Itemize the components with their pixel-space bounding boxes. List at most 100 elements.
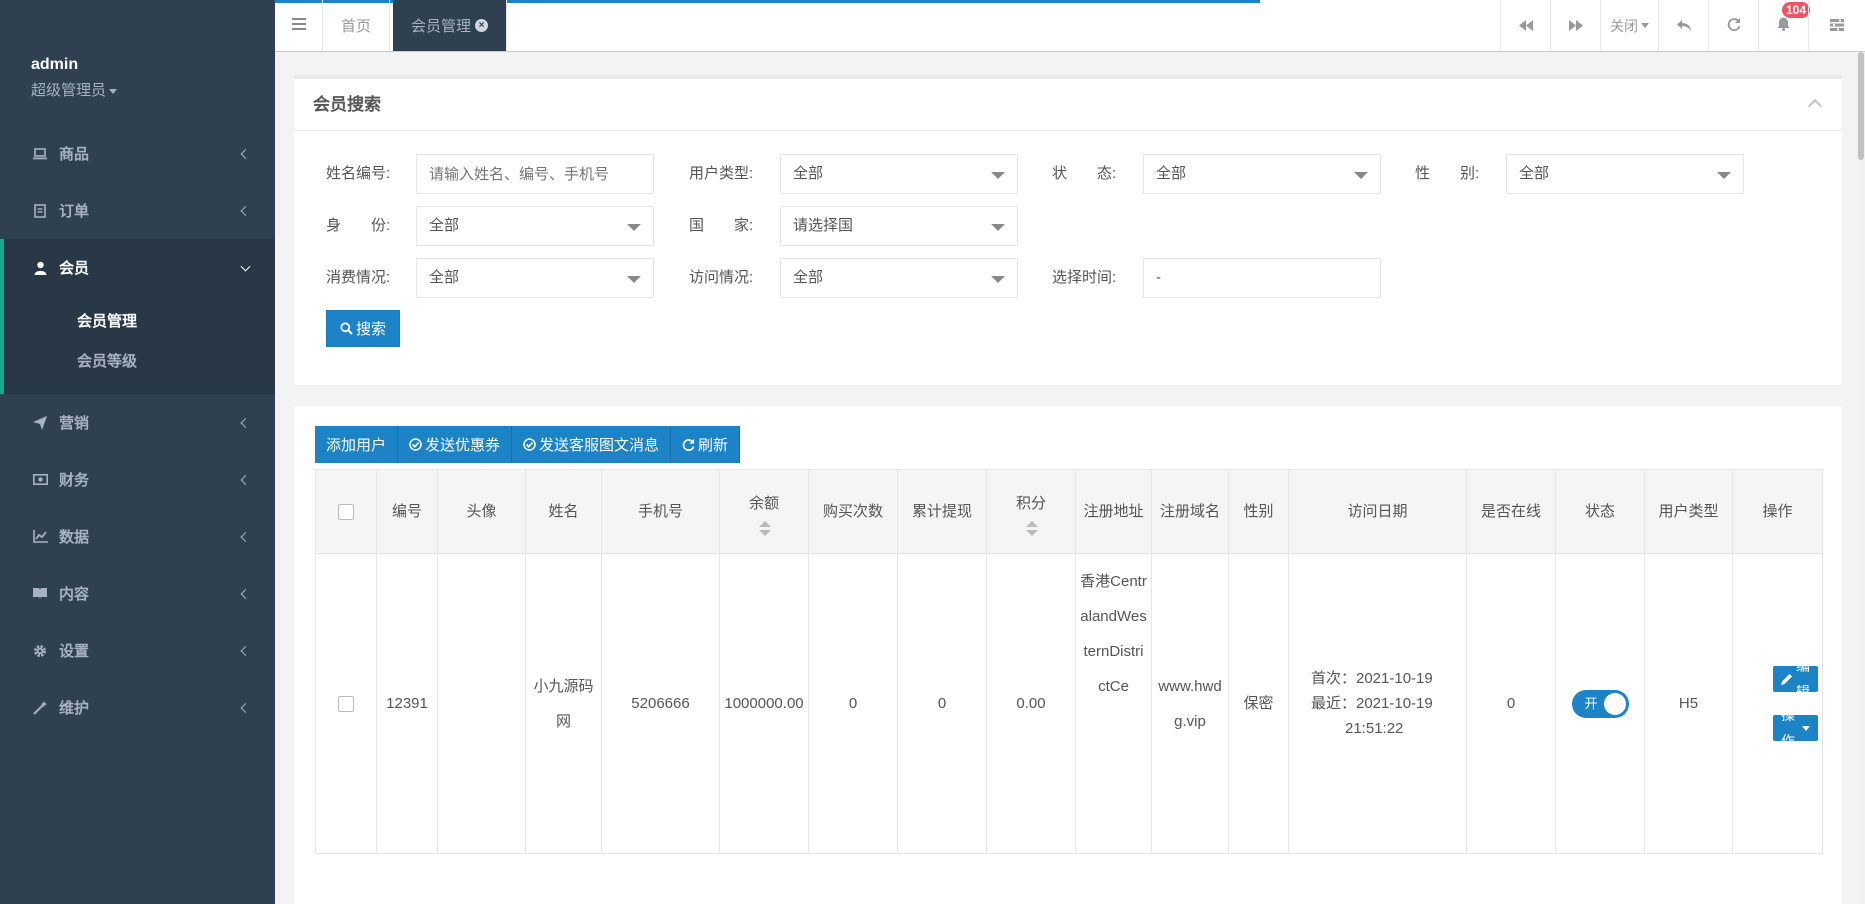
cell-avatar	[437, 553, 526, 854]
close-tabs-dropdown[interactable]: 关闭	[1600, 0, 1658, 51]
chevron-left-icon	[240, 588, 251, 599]
header-avatar: 头像	[437, 469, 526, 554]
chevron-left-icon	[240, 474, 251, 485]
tab-member-management[interactable]: 会员管理 ×	[393, 0, 508, 51]
sidebar-item-content[interactable]: 内容	[0, 565, 275, 622]
refresh-page-button[interactable]	[1708, 0, 1758, 51]
menu-toggle-button[interactable]	[275, 0, 323, 51]
tab-label: 首页	[341, 18, 372, 35]
content-area: 会员搜索 姓名编号: 用户类型: 全部 状 态: 全部 性 别: 全部 身 份:…	[275, 52, 1865, 904]
caret-down-icon	[991, 172, 1005, 179]
cell-reg-domain: www.hwdg.vip	[1151, 553, 1229, 854]
sidebar-subitem-member-level[interactable]: 会员等级	[4, 342, 275, 382]
select-all-checkbox[interactable]	[338, 504, 354, 521]
sidebar-item-label: 商品	[59, 146, 90, 163]
cell-reg-address: 香港CentralandWesternDistrictCe	[1075, 553, 1152, 854]
close-tabs-label: 关闭	[1610, 17, 1638, 34]
send-icon	[31, 415, 49, 430]
caret-down-icon	[991, 276, 1005, 283]
header-balance[interactable]: 余额	[719, 469, 809, 554]
caret-down-icon	[1641, 23, 1649, 28]
list-icon	[31, 203, 49, 218]
sidebar-item-marketing[interactable]: 营销	[0, 394, 275, 451]
header-label: 余额	[748, 495, 779, 512]
refresh-icon	[1727, 17, 1741, 34]
laptop-icon	[31, 147, 49, 160]
sort-icon	[1026, 521, 1038, 537]
visit-last: 最近：2021-10-19	[1311, 695, 1433, 712]
send-coupon-button[interactable]: 发送优惠券	[398, 426, 513, 463]
name-search-input[interactable]	[416, 154, 654, 194]
visit-first: 首次：2021-10-19	[1311, 670, 1433, 687]
country-select[interactable]: 请选择国	[780, 206, 1018, 246]
visit-select[interactable]: 全部	[780, 258, 1018, 298]
header-total-withdraw: 累计提现	[897, 469, 987, 554]
sidebar-item-data[interactable]: 数据	[0, 508, 275, 565]
chevron-left-icon	[240, 417, 251, 428]
cell-balance: 1000000.00	[719, 553, 809, 854]
row-checkbox[interactable]	[338, 696, 354, 713]
chevron-left-icon	[240, 702, 251, 713]
sidebar-item-label: 订单	[59, 203, 90, 220]
reply-icon	[1676, 18, 1691, 34]
sidebar-item-goods[interactable]: 商品	[0, 125, 275, 182]
gear-icon	[31, 644, 49, 658]
search-panel-title: 会员搜索	[294, 79, 1842, 131]
add-user-button[interactable]: 添加用户	[315, 426, 399, 463]
status-toggle[interactable]: 开	[1571, 690, 1629, 719]
send-message-button[interactable]: 发送客服图文消息	[512, 426, 672, 463]
select-value: 全部	[429, 269, 460, 286]
date-range-value: -	[1156, 269, 1161, 286]
status-select[interactable]: 全部	[1143, 154, 1381, 194]
table-header-row: 编号 头像 姓名 手机号 余额 购买次数 累计提现 积分 注册地址 注册域名 性…	[315, 469, 1823, 554]
magic-icon	[31, 700, 49, 715]
gender-select[interactable]: 全部	[1506, 154, 1744, 194]
operations-dropdown-button[interactable]: 操作	[1773, 707, 1818, 749]
sidebar-item-finance[interactable]: 财务	[0, 451, 275, 508]
profile-role-dropdown[interactable]: 超级管理员	[31, 79, 118, 100]
search-button[interactable]: 搜索	[326, 310, 400, 347]
sidebar-subitem-member-management[interactable]: 会员管理	[4, 302, 275, 342]
notifications-button[interactable]: 104	[1758, 0, 1811, 51]
cell-points: 0.00	[986, 553, 1076, 854]
close-tab-icon[interactable]: ×	[475, 19, 489, 32]
vertical-scrollbar[interactable]	[1857, 52, 1865, 904]
edit-button[interactable]: 编辑	[1773, 658, 1818, 700]
header-reg-domain: 注册域名	[1151, 469, 1229, 554]
right-sidebar-toggle-button[interactable]	[1808, 0, 1865, 51]
date-range-input[interactable]: -	[1143, 258, 1381, 298]
header-label: 积分	[1015, 495, 1046, 512]
sidebar-item-settings[interactable]: 设置	[0, 622, 275, 679]
sidebar-item-orders[interactable]: 订单	[0, 182, 275, 239]
chevron-down-icon	[240, 261, 251, 272]
user-type-select[interactable]: 全部	[780, 154, 1018, 194]
scroll-tabs-right-button[interactable]	[1550, 0, 1600, 51]
name-field-label: 姓名编号:	[326, 165, 391, 182]
tab-home[interactable]: 首页	[323, 0, 391, 51]
identity-select[interactable]: 全部	[416, 206, 654, 246]
refresh-button[interactable]: 刷新	[671, 426, 741, 463]
row-select-cell	[315, 553, 377, 854]
header-visit-date: 访问日期	[1288, 469, 1467, 554]
member-search-panel: 会员搜索 姓名编号: 用户类型: 全部 状 态: 全部 性 别: 全部 身 份:…	[294, 75, 1842, 385]
sidebar-item-members[interactable]: 会员	[0, 239, 275, 296]
top-bar: 首页 会员管理 × 关闭 104	[275, 0, 1865, 52]
sidebar-item-label: 营销	[59, 415, 90, 432]
caret-down-icon	[627, 276, 641, 283]
scrollbar-thumb[interactable]	[1858, 52, 1864, 160]
back-button[interactable]	[1658, 0, 1708, 51]
chevron-up-icon[interactable]	[1807, 98, 1823, 114]
sidebar-item-maintenance[interactable]: 维护	[0, 679, 275, 736]
consume-select[interactable]: 全部	[416, 258, 654, 298]
scroll-tabs-left-button[interactable]	[1500, 0, 1550, 51]
visit-time: 21:51:22	[1345, 720, 1404, 737]
cell-visit-date: 首次：2021-10-19 最近：2021-10-19 21:51:22	[1288, 553, 1467, 854]
sidebar: admin 超级管理员 商品 订单 会员 会员管理 会员等级 营销 财务 数据 …	[0, 0, 275, 904]
tasks-icon	[1830, 18, 1844, 34]
header-points[interactable]: 积分	[986, 469, 1076, 554]
select-all-header	[315, 469, 377, 554]
notification-count-badge: 104	[1782, 2, 1811, 18]
sidebar-item-label: 设置	[59, 643, 90, 660]
sidebar-item-label: 财务	[59, 472, 90, 489]
button-label: 刷新	[698, 437, 729, 454]
